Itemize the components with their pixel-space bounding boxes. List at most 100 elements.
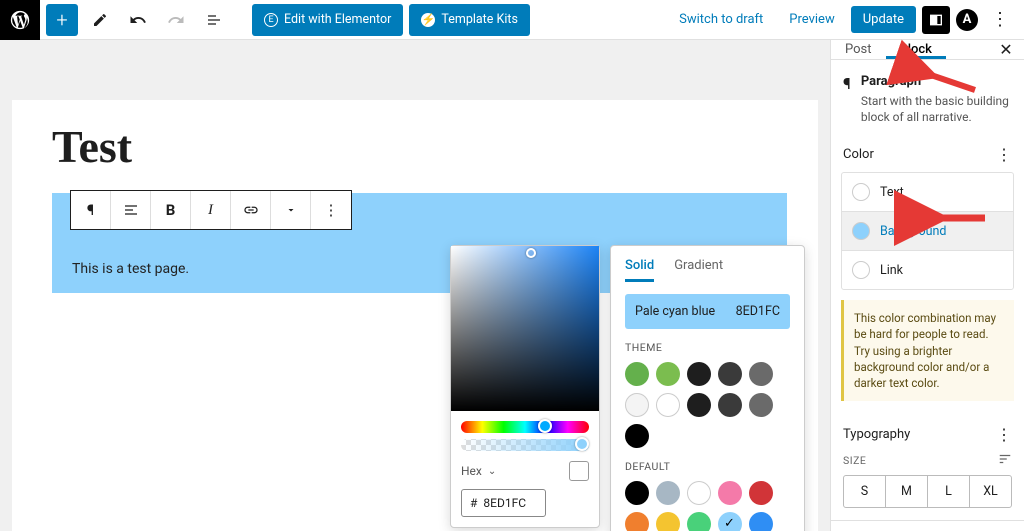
theme-swatch[interactable]	[625, 424, 649, 448]
edit-elementor-label: Edit with Elementor	[284, 12, 391, 27]
color-row-link[interactable]: Link	[842, 251, 1013, 289]
edit-mode-icon[interactable]	[84, 4, 116, 36]
tab-gradient[interactable]: Gradient	[674, 258, 723, 282]
astra-icon[interactable]: A	[956, 9, 978, 31]
hue-slider[interactable]	[461, 421, 589, 433]
hex-label: Hex	[461, 464, 482, 478]
hash-icon: #	[470, 496, 477, 510]
link-button[interactable]	[231, 191, 271, 229]
size-option[interactable]: L	[928, 476, 970, 507]
template-kits-label: Template Kits	[441, 12, 518, 27]
theme-swatch[interactable]	[687, 393, 711, 417]
elementor-icon: E	[264, 13, 278, 27]
size-option[interactable]: M	[886, 476, 928, 507]
size-label: SIZE	[843, 454, 866, 467]
editor-canvas: Test This is a sample page. This is a te…	[0, 40, 830, 531]
typography-label: Typography	[843, 427, 910, 442]
block-toolbar: ¶ B I ⋮	[70, 190, 352, 230]
default-swatch[interactable]	[687, 512, 711, 531]
theme-swatch[interactable]	[749, 362, 773, 386]
chevron-down-icon[interactable]: ⌄	[488, 466, 496, 477]
size-buttons: SMLXL	[843, 475, 1012, 508]
theme-swatches	[625, 362, 790, 448]
theme-swatch[interactable]	[687, 362, 711, 386]
block-options-button[interactable]: ⋮	[311, 191, 351, 229]
switch-draft-link[interactable]: Switch to draft	[669, 12, 773, 27]
theme-swatch[interactable]	[625, 362, 649, 386]
theme-swatch[interactable]	[625, 393, 649, 417]
italic-button[interactable]: I	[191, 191, 231, 229]
default-swatch[interactable]	[656, 512, 680, 531]
default-swatch[interactable]	[749, 512, 773, 531]
template-kits-button[interactable]: ⚡ Template Kits	[409, 4, 530, 36]
undo-button[interactable]	[122, 4, 154, 36]
theme-swatch[interactable]	[656, 393, 680, 417]
default-swatch[interactable]	[718, 481, 742, 505]
color-options-button[interactable]: ⋮	[996, 145, 1012, 164]
tab-post[interactable]: Post	[831, 40, 886, 59]
redo-button[interactable]	[160, 4, 192, 36]
default-swatch[interactable]	[687, 481, 711, 505]
default-swatch[interactable]	[625, 481, 649, 505]
preview-link[interactable]: Preview	[779, 12, 844, 27]
saturation-picker[interactable]	[451, 246, 599, 411]
current-color-chip[interactable]: Pale cyan blue 8ED1FC	[625, 294, 790, 329]
link-color-swatch	[852, 261, 870, 279]
options-button[interactable]: ⋮	[984, 4, 1016, 36]
default-swatches: ✓	[625, 481, 790, 531]
default-swatch[interactable]	[749, 481, 773, 505]
paragraph-icon: ¶	[843, 74, 851, 125]
typography-options-button[interactable]: ⋮	[996, 425, 1012, 444]
size-settings-icon[interactable]	[998, 452, 1012, 469]
hue-knob[interactable]	[538, 419, 552, 433]
top-toolbar: + E Edit with Elementor ⚡ Template Kits …	[0, 0, 1024, 40]
saturation-indicator[interactable]	[526, 248, 536, 258]
size-option[interactable]: S	[844, 476, 886, 507]
chip-hex: 8ED1FC	[736, 304, 780, 319]
alpha-knob[interactable]	[575, 437, 589, 451]
bold-button[interactable]: B	[151, 191, 191, 229]
edit-elementor-button[interactable]: E Edit with Elementor	[252, 4, 403, 36]
alpha-slider[interactable]	[461, 439, 589, 451]
default-swatch[interactable]	[656, 481, 680, 505]
bolt-icon: ⚡	[421, 13, 435, 27]
default-swatch[interactable]	[625, 512, 649, 531]
page-title[interactable]: Test	[52, 120, 778, 173]
hex-value: 8ED1FC	[483, 496, 526, 510]
theme-label: THEME	[625, 341, 790, 354]
color-picker-popover: Hex ⌄ # 8ED1FC	[450, 245, 600, 528]
annotation-arrow-2	[930, 208, 990, 232]
theme-swatch[interactable]	[749, 393, 773, 417]
color-panel-label: Color	[843, 147, 874, 162]
close-sidebar-button[interactable]: ✕	[988, 40, 1024, 59]
chip-name: Pale cyan blue	[635, 304, 715, 319]
default-swatch[interactable]: ✓	[718, 512, 742, 531]
block-name: Paragraph	[861, 74, 921, 89]
theme-swatch[interactable]	[718, 362, 742, 386]
color-swatch-popover: Solid Gradient Pale cyan blue 8ED1FC THE…	[610, 245, 805, 531]
text-color-swatch	[852, 183, 870, 201]
default-label: DEFAULT	[625, 460, 790, 473]
copy-color-icon[interactable]	[569, 461, 589, 481]
theme-swatch[interactable]	[656, 362, 680, 386]
annotation-arrow-1	[920, 68, 980, 102]
more-formatting-button[interactable]	[271, 191, 311, 229]
dimensions-accordion[interactable]: Dimensions +	[831, 520, 1024, 531]
add-block-button[interactable]: +	[46, 4, 78, 36]
sidebar-tabs: Post Block ✕	[831, 40, 1024, 60]
settings-sidebar: Post Block ✕ ¶ Paragraph Start with the …	[830, 40, 1024, 531]
background-color-swatch	[852, 222, 870, 240]
color-row-link-label: Link	[880, 263, 903, 278]
size-option[interactable]: XL	[970, 476, 1011, 507]
align-button[interactable]	[111, 191, 151, 229]
tab-solid[interactable]: Solid	[625, 258, 654, 282]
theme-swatch[interactable]	[718, 393, 742, 417]
hex-input[interactable]: # 8ED1FC	[461, 489, 546, 517]
document-overview-button[interactable]	[198, 4, 230, 36]
sidebar-toggle-button[interactable]	[922, 6, 950, 34]
update-button[interactable]: Update	[851, 6, 916, 33]
wordpress-logo[interactable]	[0, 0, 40, 40]
tab-block[interactable]: Block	[886, 40, 946, 59]
color-row-text[interactable]: Text	[842, 173, 1013, 212]
block-type-icon[interactable]: ¶	[71, 191, 111, 229]
